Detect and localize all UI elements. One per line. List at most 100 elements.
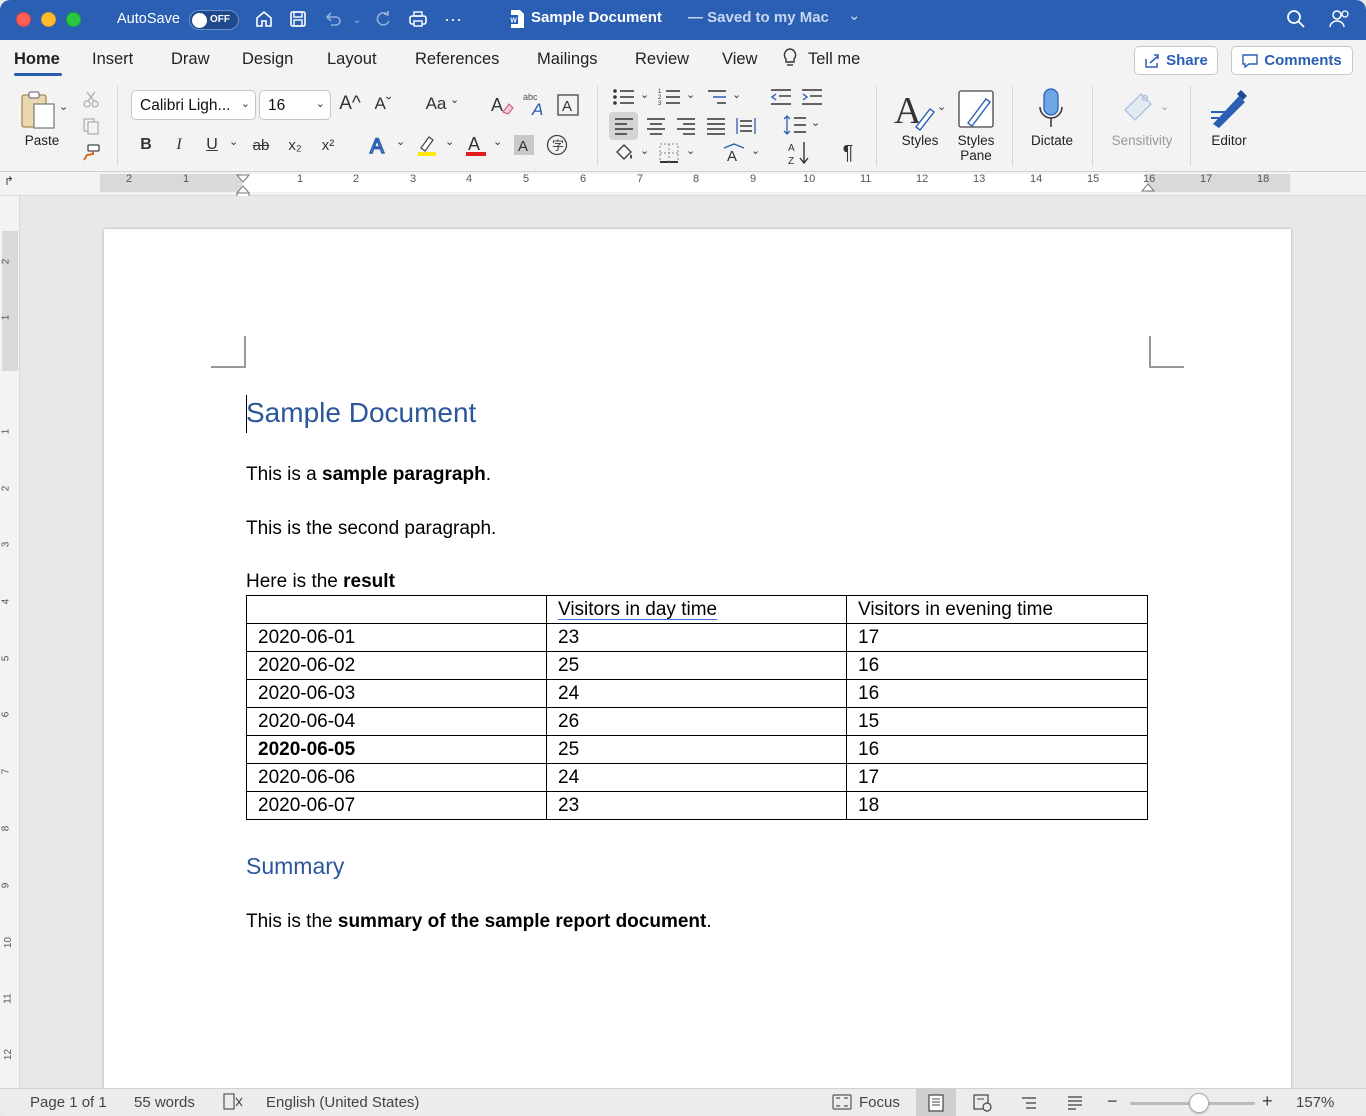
print-layout-view-icon[interactable]: [916, 1089, 956, 1116]
italic-button[interactable]: I: [168, 132, 190, 158]
paragraph-1[interactable]: This is a sample paragraph.: [246, 464, 491, 486]
print-icon[interactable]: [407, 8, 429, 30]
tab-selector-icon[interactable]: ↱: [4, 174, 14, 188]
bold-button[interactable]: B: [135, 132, 157, 158]
zoom-slider-knob[interactable]: [1189, 1093, 1209, 1113]
decrease-indent-icon[interactable]: [768, 86, 794, 108]
chevron-down-icon[interactable]: ⌄: [493, 135, 502, 148]
vertical-ruler[interactable]: 2 1 1 2 3 4 5 6 7 8 9 10 11 12: [0, 196, 20, 1088]
horizontal-ruler[interactable]: ↱ 2 1 1 2 3 4 5 6 7 8 9 10 11 12 13 14 1…: [0, 172, 1366, 199]
table-header-cell[interactable]: Visitors in day time: [546, 595, 847, 624]
results-table[interactable]: Visitors in day time Visitors in evening…: [246, 595, 1148, 820]
table-cell[interactable]: 2020-06-07: [246, 791, 547, 820]
highlight-icon[interactable]: [415, 132, 439, 158]
text-effects-icon[interactable]: A: [367, 132, 391, 158]
chevron-down-icon[interactable]: ⌄: [640, 88, 649, 101]
redo-icon[interactable]: [372, 8, 394, 30]
borders-icon[interactable]: [657, 141, 681, 165]
tab-view[interactable]: View: [722, 50, 757, 69]
zoom-in-button[interactable]: +: [1262, 1091, 1273, 1112]
web-layout-view-icon[interactable]: [963, 1089, 1003, 1116]
summary-heading[interactable]: Summary: [246, 853, 344, 880]
table-cell[interactable]: 2020-06-06: [246, 763, 547, 792]
right-indent-marker-icon[interactable]: [1141, 180, 1155, 192]
tab-review[interactable]: Review: [635, 50, 689, 69]
tab-insert[interactable]: Insert: [92, 50, 133, 69]
copy-icon[interactable]: [80, 115, 102, 137]
chevron-down-icon[interactable]: ⌄: [686, 144, 695, 157]
distributed-icon[interactable]: [731, 112, 760, 140]
table-cell[interactable]: 18: [846, 791, 1148, 820]
word-count[interactable]: 55 words: [134, 1094, 195, 1111]
sort-icon[interactable]: AZ: [786, 140, 812, 166]
table-cell[interactable]: 17: [846, 623, 1148, 652]
account-icon[interactable]: [1328, 8, 1350, 30]
shrink-font-button[interactable]: Aˇ: [371, 92, 395, 116]
table-cell[interactable]: 15: [846, 707, 1148, 736]
zoom-out-button[interactable]: −: [1107, 1091, 1118, 1112]
undo-icon[interactable]: [322, 8, 344, 30]
asian-layout-icon[interactable]: A: [721, 141, 747, 165]
clear-formatting-icon[interactable]: A: [489, 92, 515, 118]
proofing-icon[interactable]: [222, 1092, 244, 1116]
enclose-characters-icon[interactable]: 字: [545, 133, 569, 157]
table-header-cell[interactable]: [246, 595, 547, 624]
tab-layout[interactable]: Layout: [327, 50, 377, 69]
language-status[interactable]: English (United States): [266, 1094, 419, 1111]
format-painter-icon[interactable]: [80, 142, 102, 164]
close-window-button[interactable]: [16, 12, 31, 27]
chevron-down-icon[interactable]: ⌄: [450, 93, 459, 106]
table-cell[interactable]: 25: [546, 651, 847, 680]
multilevel-list-icon[interactable]: [703, 86, 729, 108]
saved-status[interactable]: — Saved to my Mac: [688, 9, 829, 26]
chevron-down-icon[interactable]: ⌄: [686, 88, 695, 101]
table-cell[interactable]: 23: [546, 791, 847, 820]
font-name-select[interactable]: Calibri Ligh... ⌄: [131, 90, 256, 120]
microphone-icon[interactable]: [1031, 86, 1071, 132]
tab-tell-me[interactable]: Tell me: [808, 50, 860, 69]
chevron-down-icon[interactable]: ⌄: [751, 144, 760, 157]
tab-references[interactable]: References: [415, 50, 499, 69]
zoom-window-button[interactable]: [66, 12, 81, 27]
undo-dropdown-icon[interactable]: ⌄: [346, 8, 368, 30]
document-page[interactable]: Sample Document This is a sample paragra…: [104, 229, 1291, 1109]
summary-paragraph[interactable]: This is the summary of the sample report…: [246, 911, 712, 933]
table-cell[interactable]: 2020-06-02: [246, 651, 547, 680]
table-cell[interactable]: 2020-06-04: [246, 707, 547, 736]
underline-button[interactable]: U: [201, 132, 223, 158]
table-cell[interactable]: 16: [846, 735, 1148, 764]
cut-icon[interactable]: [80, 88, 102, 110]
share-button[interactable]: Share: [1134, 46, 1218, 75]
numbering-icon[interactable]: 123: [657, 86, 683, 108]
paragraph-2[interactable]: This is the second paragraph.: [246, 518, 496, 540]
paste-icon[interactable]: [18, 88, 60, 132]
home-icon[interactable]: [253, 8, 275, 30]
table-cell[interactable]: 17: [846, 763, 1148, 792]
tab-draw[interactable]: Draw: [171, 50, 210, 69]
minimize-window-button[interactable]: [41, 12, 56, 27]
font-size-select[interactable]: 16 ⌄: [259, 90, 331, 120]
text-effects-style-icon[interactable]: abc A: [522, 90, 548, 118]
tab-home[interactable]: Home: [14, 50, 60, 69]
editor-icon[interactable]: [1207, 86, 1251, 130]
more-icon[interactable]: ···: [442, 8, 464, 30]
table-cell[interactable]: 24: [546, 763, 847, 792]
grow-font-button[interactable]: A^: [338, 92, 362, 116]
lightbulb-icon[interactable]: [782, 48, 798, 73]
paragraph-3[interactable]: Here is the result: [246, 571, 395, 593]
focus-icon[interactable]: [832, 1093, 852, 1115]
paste-dropdown-icon[interactable]: ⌄: [59, 100, 68, 113]
font-color-icon[interactable]: A: [464, 132, 488, 158]
align-left-icon[interactable]: [609, 112, 638, 140]
focus-label[interactable]: Focus: [859, 1094, 900, 1111]
table-cell[interactable]: 16: [846, 651, 1148, 680]
chevron-down-icon[interactable]: ⌄: [229, 135, 238, 148]
subscript-button[interactable]: x₂: [284, 132, 306, 158]
styles-icon[interactable]: A: [891, 86, 939, 132]
increase-indent-icon[interactable]: [799, 86, 825, 108]
align-right-icon[interactable]: [671, 112, 700, 140]
chevron-down-icon[interactable]: ⌄: [445, 135, 454, 148]
styles-pane-icon[interactable]: [955, 88, 997, 132]
table-cell[interactable]: 24: [546, 679, 847, 708]
chevron-down-icon[interactable]: ⌄: [732, 88, 741, 101]
